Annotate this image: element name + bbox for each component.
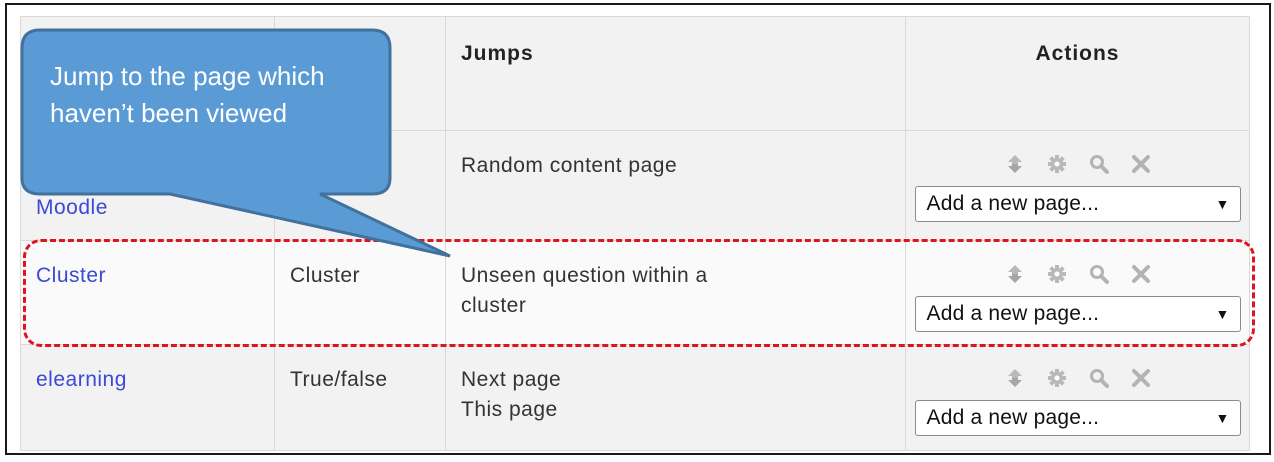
callout-text: Jump to the page which haven’t been view…: [50, 61, 325, 128]
